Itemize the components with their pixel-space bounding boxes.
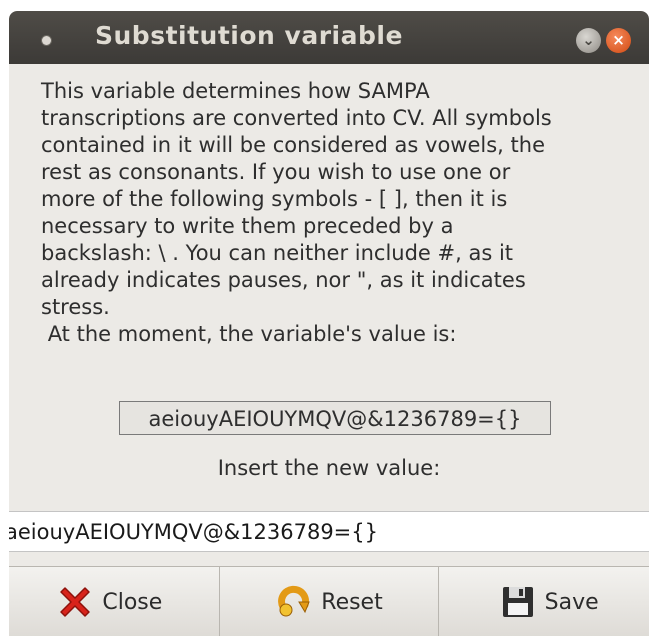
reset-button-label: Reset: [321, 589, 383, 615]
close-button[interactable]: Close: [9, 567, 220, 636]
new-value-prompt: Insert the new value:: [217, 456, 441, 480]
window-menu-icon[interactable]: [42, 36, 51, 45]
dialog-window: Substitution variable ⌄ × This variable …: [9, 11, 649, 636]
window-close-button[interactable]: ×: [606, 28, 631, 53]
save-button-label: Save: [544, 589, 599, 615]
button-bar: Close Reset Save: [9, 566, 649, 636]
title-bar[interactable]: Substitution variable ⌄ ×: [9, 11, 649, 64]
close-button-label: Close: [102, 589, 163, 615]
current-value-display: aeiouyAEIOUYMQV@&1236789={}: [119, 401, 551, 435]
floppy-disk-icon: [502, 587, 533, 617]
minimize-button[interactable]: ⌄: [576, 28, 601, 53]
new-value-input[interactable]: [9, 511, 649, 552]
description-text: This variable determines how SAMPA trans…: [41, 79, 552, 346]
window-title: Substitution variable: [95, 21, 403, 50]
red-x-icon: [60, 587, 91, 617]
reset-arrow-icon: [278, 585, 311, 617]
save-button[interactable]: Save: [439, 567, 649, 636]
reset-button[interactable]: Reset: [219, 567, 440, 636]
chevron-down-icon: ⌄: [582, 31, 595, 49]
dialog-content: This variable determines how SAMPA trans…: [9, 64, 649, 636]
close-icon: ×: [612, 31, 625, 49]
